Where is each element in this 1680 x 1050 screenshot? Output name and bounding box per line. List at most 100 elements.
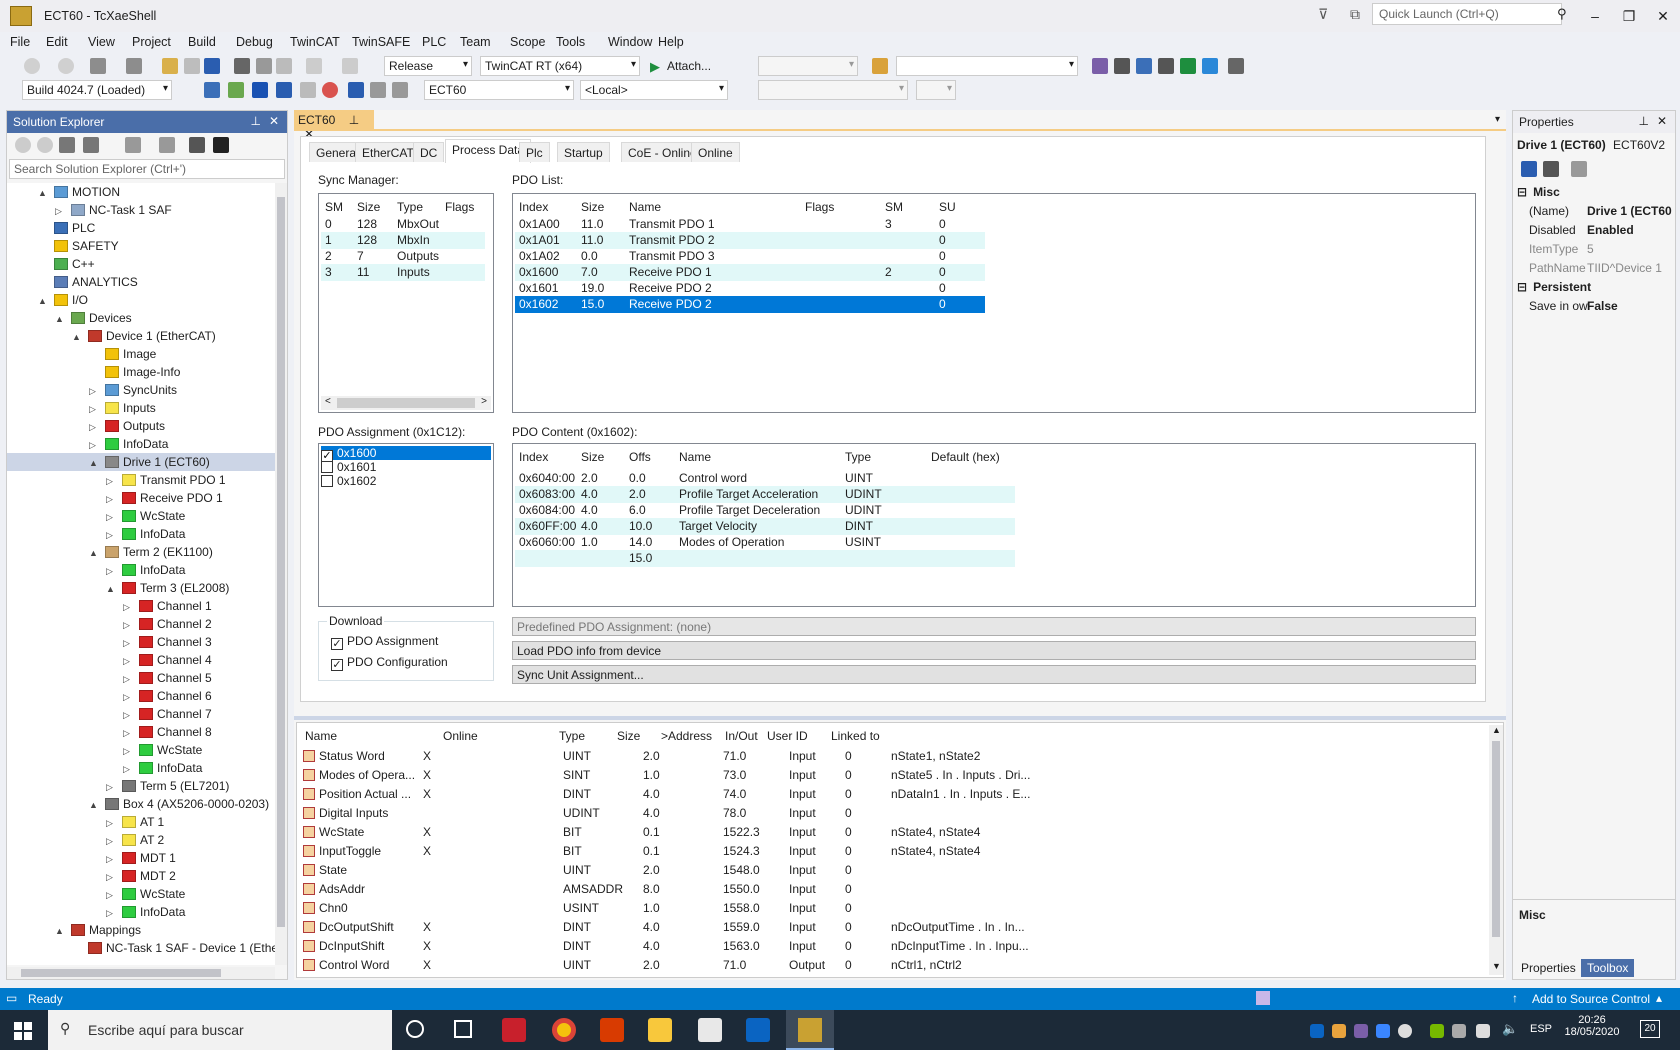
tree-node[interactable]: ▲ Mappings [7,921,275,939]
menu-team[interactable]: Team [460,35,491,49]
home-icon[interactable] [59,137,75,153]
tray-clock[interactable]: 20:26 18/05/2020 [1562,1014,1622,1038]
expand-toggle-icon[interactable]: ▷ [123,742,133,760]
menu-view[interactable]: View [88,35,115,49]
expand-toggle-icon[interactable]: ▷ [106,832,116,850]
expand-toggle-icon[interactable]: ▷ [106,490,116,508]
route-combo[interactable]: <Local> [580,80,728,100]
quick-launch-input[interactable]: Quick Launch (Ctrl+Q) [1372,3,1562,25]
save-all-icon[interactable] [204,58,220,74]
column-header[interactable]: SU [939,200,956,214]
collapse-icon[interactable]: ⊟ [1517,185,1527,199]
column-header[interactable]: SM [325,200,343,214]
expand-toggle-icon[interactable]: ▲ [55,922,65,940]
reload-icon[interactable] [276,82,292,98]
collapse-icon[interactable]: ⊟ [1517,280,1527,294]
expand-toggle-icon[interactable]: ▲ [72,328,82,346]
activate-config-icon[interactable] [204,82,220,98]
tray-defender-icon[interactable] [1376,1024,1390,1038]
show-online-icon[interactable] [348,82,364,98]
column-header[interactable]: Name [679,450,711,464]
predefined-pdo-combo[interactable]: Predefined PDO Assignment: (none) [512,617,1476,636]
column-header[interactable]: Type [845,450,871,464]
autoscroll-icon[interactable] [392,82,408,98]
file-explorer-icon[interactable] [648,1018,672,1042]
tree-node[interactable]: ANALYTICS [7,273,275,291]
solidworks-icon[interactable] [502,1018,526,1042]
table-row[interactable]: 3 11 Inputs [321,264,485,281]
column-header[interactable]: Default (hex) [931,450,1000,464]
preview-icon[interactable] [213,137,229,153]
paste-icon[interactable] [276,58,292,74]
toggle-freerun-icon[interactable] [322,82,338,98]
show-sub-items-icon[interactable] [370,82,386,98]
tree-node[interactable]: ▷ WcState [7,885,275,903]
menu-tools[interactable]: Tools [556,35,585,49]
tree-node[interactable]: ▷ InfoData [7,903,275,921]
tab-plc[interactable]: Plc [519,142,550,162]
tree-node[interactable]: Image-Info [7,363,275,381]
column-header[interactable]: In/Out [725,729,758,743]
tree-node[interactable]: ▷ AT 1 [7,813,275,831]
variable-row[interactable]: InputToggle X BIT 0.1 1524.3 Input 0 nState4, n… [297,842,1487,861]
tray-volume-icon[interactable]: 🔈 [1502,1021,1518,1037]
alphabetical-icon[interactable] [1543,161,1559,177]
tree-node[interactable]: ▷ AT 2 [7,831,275,849]
tree-node[interactable]: NC-Task 1 SAF - Device 1 (Ethe [7,939,275,957]
property-row[interactable]: (Name) Drive 1 (ECT60 [1513,202,1675,221]
column-header[interactable]: Offs [629,450,651,464]
tray-network-icon[interactable] [1476,1024,1490,1038]
table-row[interactable]: 2 7 Outputs [321,248,485,265]
tree-node[interactable]: ▲ Device 1 (EtherCAT) [7,327,275,345]
checkbox-icon[interactable] [321,475,333,487]
tree-node[interactable]: ▷ InfoData [7,759,275,777]
restore-button[interactable]: ❐ [1612,4,1646,28]
column-header[interactable]: Name [305,729,337,743]
tree-node[interactable]: ▷ SyncUnits [7,381,275,399]
notification-icon[interactable] [1256,991,1270,1005]
column-header[interactable]: Index [519,450,548,464]
tray-mail-icon[interactable] [1332,1024,1346,1038]
expand-toggle-icon[interactable]: ▷ [123,616,133,634]
variable-row[interactable]: Modes of Opera... X SINT 1.0 73.0 Input 0 nStat… [297,766,1487,785]
pin-icon[interactable]: ⊥ [349,113,359,127]
column-header[interactable]: Linked to [831,729,880,743]
tree-node[interactable]: ▲ I/O [7,291,275,309]
expand-toggle-icon[interactable]: ▷ [106,472,116,490]
table-row[interactable]: 0x60FF:00 4.0 10.0 Target Velocity DINT [515,518,1015,535]
property-row[interactable]: Save in ow False [1513,297,1675,316]
tree-node[interactable]: ▷ MDT 2 [7,867,275,885]
table-row[interactable]: 0x6040:00 2.0 0.0 Control word UINT [515,470,1015,487]
load-pdo-info-button[interactable]: Load PDO info from device [512,641,1476,660]
tab-online[interactable]: Online [691,142,740,162]
pin-icon[interactable]: ⊥ [1639,114,1649,128]
document-tab-ect60[interactable]: ECT60 ⊥ ✕ [294,110,374,141]
find-combo[interactable] [896,56,1078,76]
tree-node[interactable]: ▷ WcState [7,507,275,525]
chrome-icon[interactable] [552,1018,576,1042]
column-header[interactable]: Index [519,200,548,214]
expand-toggle-icon[interactable]: ▲ [55,310,65,328]
column-header[interactable]: Size [357,200,380,214]
category-misc[interactable]: ⊟ Misc [1513,183,1675,202]
sync-unit-assignment-button[interactable]: Sync Unit Assignment... [512,665,1476,684]
switch-views-icon[interactable] [83,137,99,153]
tree-node[interactable]: ▲ Term 2 (EK1100) [7,543,275,561]
tree-node[interactable]: ▷ Channel 4 [7,651,275,669]
tree-node[interactable]: Image [7,345,275,363]
menu-twincat[interactable]: TwinCAT [290,35,340,49]
variable-row[interactable]: Position Actual ... X DINT 4.0 74.0 Input 0 nDa… [297,785,1487,804]
tray-app-icon[interactable] [1354,1024,1368,1038]
expand-toggle-icon[interactable]: ▲ [38,292,48,310]
tab-dc[interactable]: DC [413,142,445,162]
splitter[interactable] [294,716,1506,720]
variable-row[interactable]: AdsAddr AMSADDR 8.0 1550.0 Input 0 [297,880,1487,899]
save-icon[interactable] [184,58,200,74]
forward-icon[interactable] [58,58,74,74]
expand-toggle-icon[interactable]: ▲ [89,454,99,472]
tab-ethercat[interactable]: EtherCAT [355,142,421,162]
expand-toggle-icon[interactable]: ▷ [123,598,133,616]
close-button[interactable]: ✕ [1646,4,1680,28]
tree-node[interactable]: ▷ Term 5 (EL7201) [7,777,275,795]
column-header[interactable]: Flags [445,200,474,214]
